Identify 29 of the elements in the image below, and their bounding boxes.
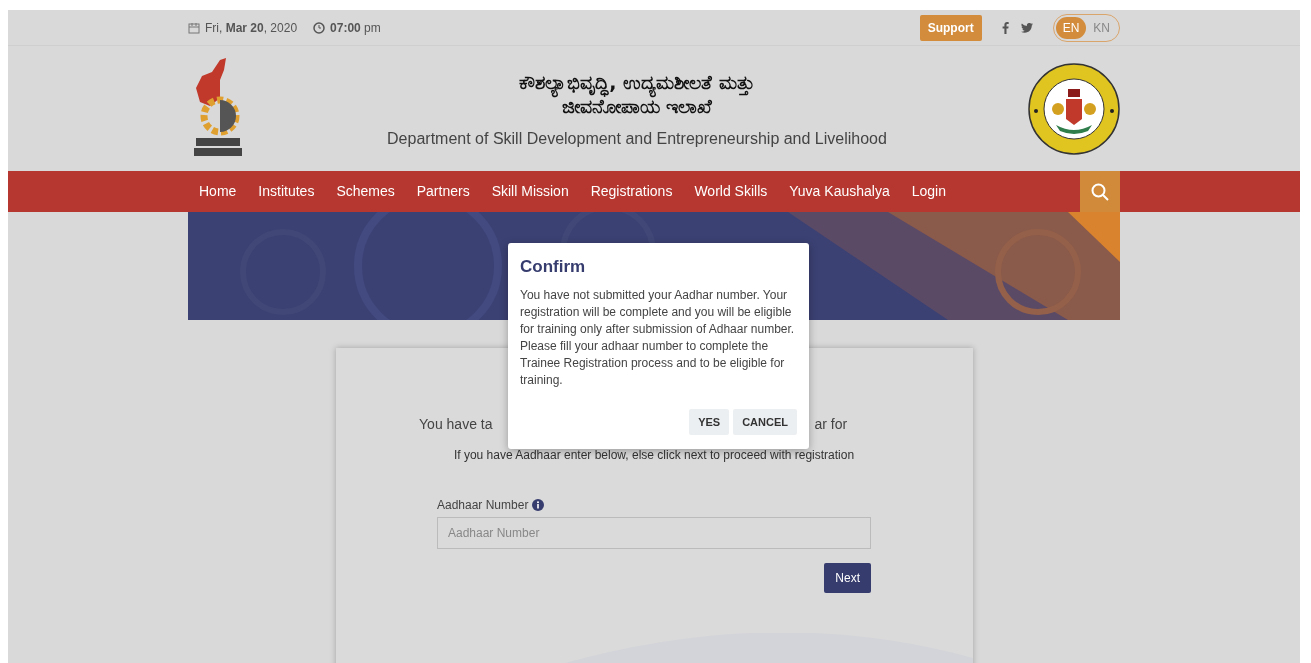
twitter-icon[interactable] [1020, 22, 1033, 33]
search-icon [1091, 182, 1109, 201]
dialog-message: You have not submitted your Aadhar number. Your registration will be complete and you will be eligible for training only after submission of Adhaar number. Please fill your adhaar number to complete the Trainee Registration process and to be eligible for training. [520, 287, 796, 389]
nav-link[interactable]: World Skills [683, 171, 779, 212]
nav-link[interactable]: Home [188, 171, 248, 212]
nav-link[interactable]: Yuva Kaushalya [778, 171, 901, 212]
dialog-title: Confirm [520, 257, 587, 277]
dialog-button[interactable]: YES [689, 409, 730, 435]
hint-text: If you have Aadhaar enter below, else click next to proceed with registration [453, 448, 855, 462]
facebook-icon[interactable] [1001, 21, 1009, 34]
notice-text: ar for [814, 416, 848, 432]
dialog-button[interactable]: CANCEL [733, 409, 797, 435]
next-button[interactable]: Next [824, 563, 871, 593]
department-title: Department of Skill Development and Entrepreneurship and Livelihood [387, 129, 887, 148]
nav-link[interactable]: Institutes [247, 171, 326, 212]
notice-text: You have ta [418, 416, 493, 432]
nav-link[interactable]: Schemes [325, 171, 406, 212]
time: 07:00 pm [330, 20, 381, 35]
info-icon[interactable] [532, 499, 545, 511]
date: Fri, Mar 20, 2020 [205, 20, 298, 35]
aadhaar-input[interactable]: Aadhaar Number [437, 517, 871, 549]
search-button[interactable] [1080, 171, 1120, 212]
calendar-icon [188, 21, 200, 34]
nav-link[interactable]: Registrations [579, 171, 684, 212]
nav-link[interactable]: Skill Mission [480, 171, 580, 212]
clock-icon [313, 21, 326, 34]
nav-link[interactable]: Login [900, 171, 957, 212]
field-label: Aadhaar Number [437, 498, 529, 512]
nav-link[interactable]: Partners [405, 171, 481, 212]
